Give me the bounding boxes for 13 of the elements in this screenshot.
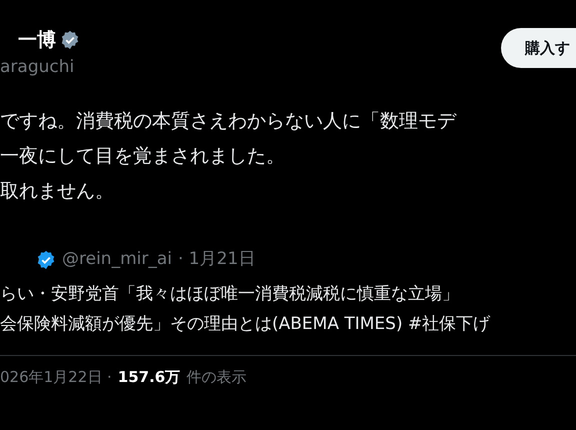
- tweet-text: 取れません。: [0, 179, 115, 204]
- quote-date[interactable]: · 1月21日: [178, 247, 256, 272]
- post-date[interactable]: 026年1月22日 ·: [0, 366, 112, 388]
- view-count: 157.6万: [118, 366, 180, 388]
- tweet-text: ですね。消費税の本質さえわからない人に「数理モデ: [0, 109, 458, 134]
- quote-handle[interactable]: @rein_mir_ai: [62, 247, 172, 272]
- buy-button[interactable]: 購入す: [501, 28, 576, 68]
- quote-text: 会保険料減額が優先」その理由とは(ABEMA TIMES) #社保下げ: [0, 312, 492, 336]
- tweet-text: 一夜にして目を覚まされました。: [0, 144, 286, 169]
- quote-text: らい・安野党首「我々はほぼ唯一消費税減税に慎重な立場」: [0, 282, 460, 306]
- author-handle[interactable]: araguchi: [0, 54, 80, 80]
- views-label: 件の表示: [186, 366, 246, 388]
- author-name[interactable]: 一博: [18, 26, 56, 54]
